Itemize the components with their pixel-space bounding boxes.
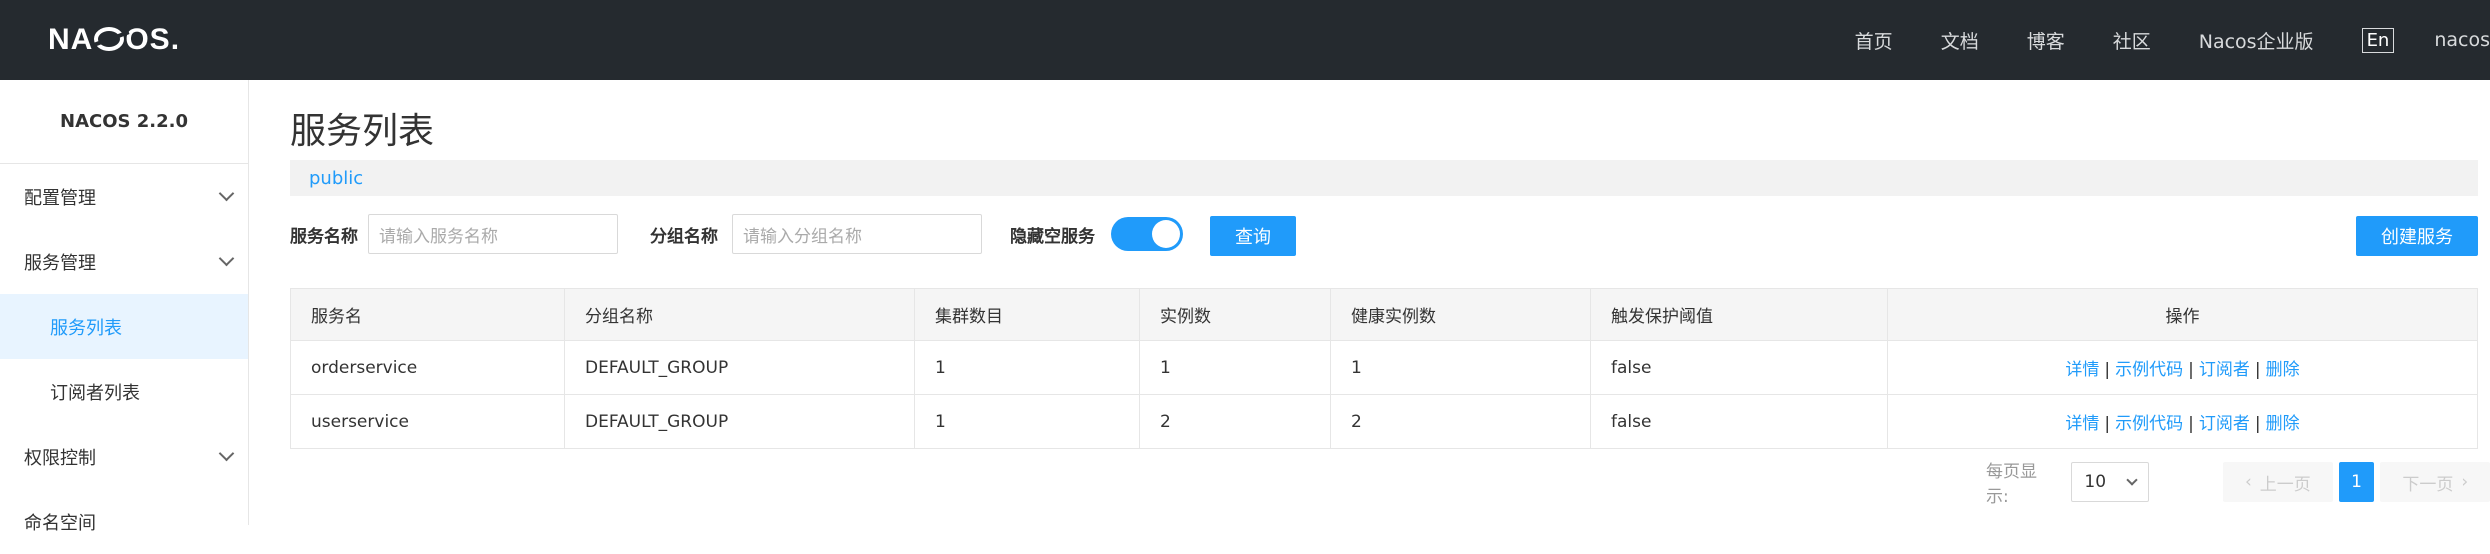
page-size-label: 每页显示: xyxy=(1986,462,2037,507)
delete-link[interactable]: 删除 xyxy=(2266,360,2300,380)
table-header-row: 服务名 分组名称 集群数目 实例数 健康实例数 触发保护阈值 操作 xyxy=(290,288,2478,341)
delete-link[interactable]: 删除 xyxy=(2266,414,2300,434)
sidebar-item-label: 订阅者列表 xyxy=(50,382,140,404)
sidebar-item-service-management[interactable]: 服务管理 xyxy=(0,229,248,294)
prev-page-label: 上一页 xyxy=(2259,474,2311,495)
page-size-select[interactable]: 10 xyxy=(2071,462,2150,502)
sidebar: NACOS 2.2.0 配置管理 服务管理 服务列表 订阅者列表 权限控制 命名… xyxy=(0,80,249,534)
nav-blog-link[interactable]: 博客 xyxy=(2027,27,2065,54)
detail-link[interactable]: 详情 xyxy=(2065,360,2099,380)
subscriber-link[interactable]: 订阅者 xyxy=(2199,414,2250,434)
sidebar-item-label: 命名空间 xyxy=(24,512,96,534)
sidebar-item-label: 服务管理 xyxy=(24,252,96,274)
next-page-label: 下一页 xyxy=(2402,474,2454,495)
top-navbar: NA OS. 首页 文档 博客 社区 Nacos企业版 En nacos xyxy=(0,0,2490,80)
group-name-input[interactable]: 请输入分组名称 xyxy=(732,214,982,254)
column-header: 集群数目 xyxy=(914,288,1140,341)
healthy-count-cell: 2 xyxy=(1330,394,1591,449)
user-menu[interactable]: nacos xyxy=(2434,29,2490,51)
column-header: 分组名称 xyxy=(564,288,915,341)
healthy-count-cell: 1 xyxy=(1330,340,1591,395)
table-row: userservice DEFAULT_GROUP 1 2 2 false 详情… xyxy=(290,394,2478,449)
column-header: 操作 xyxy=(1887,288,2478,341)
service-name-cell: orderservice xyxy=(290,340,565,395)
service-table: 服务名 分组名称 集群数目 实例数 健康实例数 触发保护阈值 操作 orders… xyxy=(290,288,2478,449)
column-header: 健康实例数 xyxy=(1330,288,1591,341)
hide-empty-toggle[interactable] xyxy=(1111,217,1183,251)
chevron-right-icon: › xyxy=(2461,472,2469,492)
main-content: 服务列表 public 服务名称 请输入服务名称 分组名称 请输入分组名称 隐藏… xyxy=(250,80,2490,525)
sample-code-link[interactable]: 示例代码 xyxy=(2115,414,2183,434)
separator: | xyxy=(2104,360,2111,380)
chevron-down-icon xyxy=(218,185,235,202)
chevron-down-icon xyxy=(2126,474,2138,486)
group-name-cell: DEFAULT_GROUP xyxy=(564,340,915,395)
separator: | xyxy=(2188,414,2194,434)
query-button[interactable]: 查询 xyxy=(1210,216,1296,256)
group-name-cell: DEFAULT_GROUP xyxy=(564,394,915,449)
sidebar-item-namespace[interactable]: 命名空间 xyxy=(0,489,248,554)
nav-home-link[interactable]: 首页 xyxy=(1855,27,1893,54)
hide-empty-filter: 隐藏空服务 xyxy=(1010,214,1183,254)
nacos-logo[interactable]: NA OS. xyxy=(48,20,180,60)
instance-count-cell: 2 xyxy=(1139,394,1331,449)
toggle-knob xyxy=(1152,220,1180,248)
page-number-button[interactable]: 1 xyxy=(2338,462,2375,502)
sidebar-item-config-management[interactable]: 配置管理 xyxy=(0,164,248,229)
nav-enterprise-link[interactable]: Nacos企业版 xyxy=(2199,27,2314,54)
hide-empty-label: 隐藏空服务 xyxy=(1010,226,1095,247)
column-header: 服务名 xyxy=(290,288,565,341)
separator: | xyxy=(2254,414,2261,434)
instance-count-cell: 1 xyxy=(1139,340,1331,395)
namespace-public-link[interactable]: public xyxy=(309,168,363,189)
prev-page-button[interactable]: ‹ 上一页 xyxy=(2223,462,2333,502)
create-service-button[interactable]: 创建服务 xyxy=(2356,216,2478,256)
sidebar-item-access-control[interactable]: 权限控制 xyxy=(0,424,248,489)
chevron-left-icon: ‹ xyxy=(2244,472,2252,492)
service-name-input[interactable]: 请输入服务名称 xyxy=(368,214,618,254)
group-name-label: 分组名称 xyxy=(650,226,718,247)
separator: | xyxy=(2254,360,2261,380)
column-header: 实例数 xyxy=(1139,288,1331,341)
detail-link[interactable]: 详情 xyxy=(2065,414,2099,434)
column-header: 触发保护阈值 xyxy=(1590,288,1888,341)
language-switch-button[interactable]: En xyxy=(2361,27,2395,53)
actions-cell: 详情 | 示例代码 | 订阅者 | 删除 xyxy=(1887,340,2478,395)
next-page-button[interactable]: 下一页 › xyxy=(2380,462,2490,502)
cluster-count-cell: 1 xyxy=(914,340,1140,395)
sidebar-item-label: 配置管理 xyxy=(24,187,96,209)
top-nav: 首页 文档 博客 社区 Nacos企业版 En nacos xyxy=(1855,0,2490,80)
service-name-filter: 服务名称 请输入服务名称 xyxy=(290,214,618,254)
page-size-value: 10 xyxy=(2084,472,2107,492)
cluster-count-cell: 1 xyxy=(914,394,1140,449)
page-title: 服务列表 xyxy=(290,111,435,152)
separator: | xyxy=(2104,414,2111,434)
protect-threshold-cell: false xyxy=(1590,340,1888,395)
nav-docs-link[interactable]: 文档 xyxy=(1941,27,1979,54)
chevron-down-icon xyxy=(218,250,235,267)
pagination: 每页显示: 10 ‹ 上一页 1 下一页 › xyxy=(1986,462,2490,507)
table-row: orderservice DEFAULT_GROUP 1 1 1 false 详… xyxy=(290,340,2478,395)
service-name-cell: userservice xyxy=(290,394,565,449)
sidebar-item-service-list[interactable]: 服务列表 xyxy=(0,294,248,359)
sidebar-item-subscriber-list[interactable]: 订阅者列表 xyxy=(0,359,248,424)
namespace-bar: public xyxy=(290,160,2478,196)
sample-code-link[interactable]: 示例代码 xyxy=(2115,360,2183,380)
nav-community-link[interactable]: 社区 xyxy=(2113,27,2151,54)
version-label: NACOS 2.2.0 xyxy=(0,80,248,164)
protect-threshold-cell: false xyxy=(1590,394,1888,449)
separator: | xyxy=(2188,360,2194,380)
chevron-down-icon xyxy=(218,445,235,462)
group-name-filter: 分组名称 请输入分组名称 xyxy=(650,214,982,254)
sidebar-item-label: 权限控制 xyxy=(24,447,96,469)
sidebar-item-label: 服务列表 xyxy=(50,317,122,339)
actions-cell: 详情 | 示例代码 | 订阅者 | 删除 xyxy=(1887,394,2478,449)
service-name-label: 服务名称 xyxy=(290,226,358,247)
subscriber-link[interactable]: 订阅者 xyxy=(2199,360,2250,380)
